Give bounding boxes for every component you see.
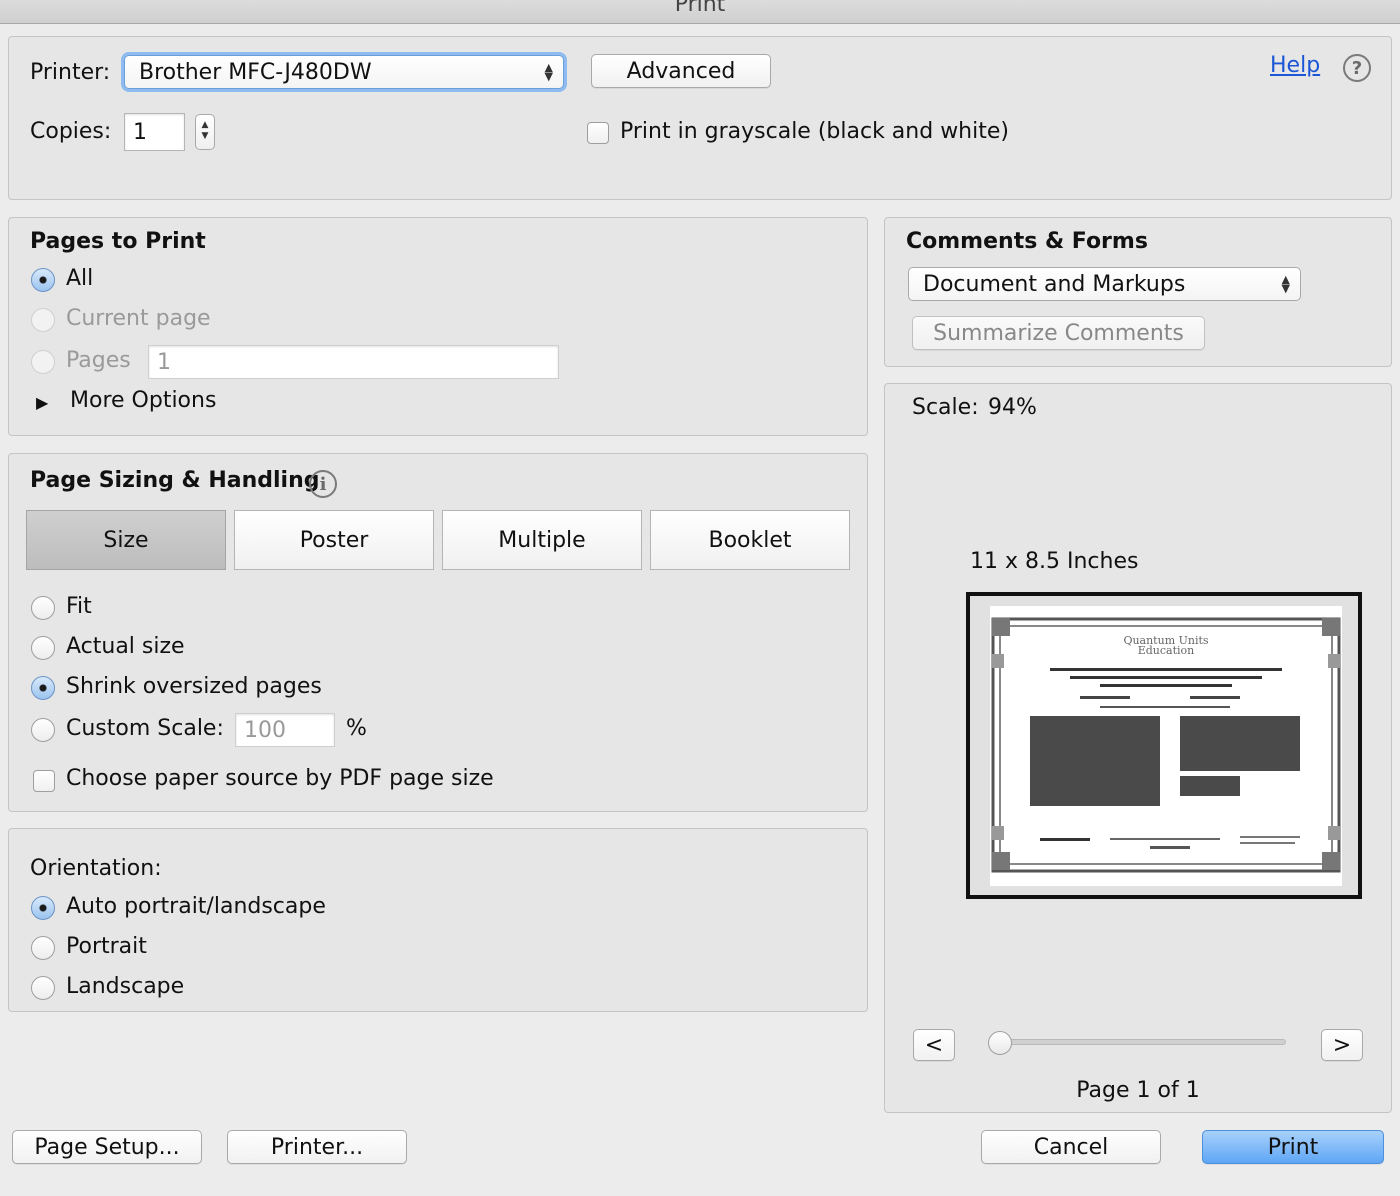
printer-label: Printer: bbox=[30, 60, 111, 85]
grayscale-label: Print in grayscale (black and white) bbox=[620, 119, 1009, 144]
radio-auto-orientation[interactable] bbox=[31, 896, 55, 920]
window-title: Print bbox=[674, 0, 726, 17]
summarize-comments-button[interactable]: Summarize Comments bbox=[912, 316, 1205, 350]
pages-range-field[interactable]: 1 bbox=[148, 345, 559, 379]
percent-label: % bbox=[346, 716, 367, 741]
radio-all[interactable] bbox=[31, 268, 55, 292]
certificate-thumbnail: Quantum Units Education bbox=[991, 617, 1341, 873]
grayscale-checkbox[interactable] bbox=[587, 122, 609, 144]
tab-multiple[interactable]: Multiple bbox=[442, 510, 642, 570]
next-page-button[interactable]: > bbox=[1321, 1029, 1363, 1061]
page-slider-track[interactable] bbox=[990, 1039, 1286, 1045]
page-indicator: Page 1 of 1 bbox=[1076, 1078, 1200, 1103]
tab-poster[interactable]: Poster bbox=[234, 510, 434, 570]
preview-page: Quantum Units Education bbox=[990, 606, 1342, 886]
paper-source-checkbox[interactable] bbox=[33, 770, 55, 792]
comments-forms-select-value: Document and Markups bbox=[923, 271, 1186, 297]
print-button[interactable]: Print bbox=[1202, 1130, 1384, 1164]
updown-arrows-icon: ▲ ▼ bbox=[1281, 273, 1290, 295]
orientation-heading: Orientation: bbox=[30, 856, 162, 881]
advanced-button[interactable]: Advanced bbox=[591, 54, 771, 88]
page-sizing-heading: Page Sizing & Handling bbox=[30, 468, 320, 493]
previous-page-button[interactable]: < bbox=[913, 1029, 955, 1061]
comments-forms-heading: Comments & Forms bbox=[906, 229, 1148, 254]
tab-booklet[interactable]: Booklet bbox=[650, 510, 850, 570]
radio-current-page[interactable] bbox=[31, 308, 55, 332]
copies-stepper[interactable]: ▲ ▼ bbox=[195, 114, 215, 150]
paper-source-label: Choose paper source by PDF page size bbox=[66, 766, 494, 791]
radio-auto-orientation-label: Auto portrait/landscape bbox=[66, 894, 326, 919]
page-setup-button[interactable]: Page Setup... bbox=[12, 1130, 202, 1164]
paper-size-label: 11 x 8.5 Inches bbox=[970, 549, 1139, 574]
disclosure-triangle-icon[interactable]: ▶ bbox=[36, 393, 48, 412]
radio-custom-scale-label: Custom Scale: bbox=[66, 716, 224, 741]
radio-landscape[interactable] bbox=[31, 976, 55, 1000]
updown-arrows-icon: ▲ ▼ bbox=[544, 61, 553, 83]
radio-custom-scale[interactable] bbox=[31, 718, 55, 742]
page-sizing-panel bbox=[8, 453, 868, 812]
scale-label: Scale: bbox=[912, 395, 979, 420]
help-link[interactable]: Help bbox=[1270, 53, 1320, 78]
more-options-label[interactable]: More Options bbox=[70, 388, 216, 413]
pages-to-print-heading: Pages to Print bbox=[30, 229, 206, 254]
info-icon[interactable]: i bbox=[309, 470, 337, 498]
radio-pages[interactable] bbox=[31, 350, 55, 374]
thumb-title-2: Education bbox=[1138, 644, 1195, 657]
page-slider-knob[interactable] bbox=[988, 1031, 1012, 1055]
pages-range-value: 1 bbox=[157, 349, 171, 375]
printer-select[interactable]: Brother MFC-J480DW ▲ ▼ bbox=[124, 55, 564, 89]
copies-field[interactable]: 1 bbox=[124, 113, 185, 151]
tab-size[interactable]: Size bbox=[26, 510, 226, 570]
custom-scale-field[interactable]: 100 bbox=[235, 713, 335, 747]
radio-portrait[interactable] bbox=[31, 936, 55, 960]
radio-fit[interactable] bbox=[31, 596, 55, 620]
copies-label: Copies: bbox=[30, 119, 112, 144]
radio-shrink-oversized-label: Shrink oversized pages bbox=[66, 674, 322, 699]
radio-fit-label: Fit bbox=[66, 594, 92, 619]
comments-forms-select[interactable]: Document and Markups ▲ ▼ bbox=[908, 267, 1301, 301]
title-bar: Print bbox=[0, 0, 1400, 24]
printer-select-value: Brother MFC-J480DW bbox=[139, 59, 372, 85]
radio-portrait-label: Portrait bbox=[66, 934, 147, 959]
copies-value: 1 bbox=[133, 119, 147, 145]
printer-dialog-button[interactable]: Printer... bbox=[227, 1130, 407, 1164]
radio-current-page-label: Current page bbox=[66, 306, 211, 331]
cancel-button[interactable]: Cancel bbox=[981, 1130, 1161, 1164]
custom-scale-value: 100 bbox=[244, 717, 286, 743]
radio-actual-size-label: Actual size bbox=[66, 634, 185, 659]
scale-value: 94% bbox=[988, 395, 1037, 420]
radio-landscape-label: Landscape bbox=[66, 974, 185, 999]
radio-pages-label: Pages bbox=[66, 348, 131, 373]
radio-actual-size[interactable] bbox=[31, 636, 55, 660]
radio-all-label: All bbox=[66, 266, 94, 291]
help-question-icon[interactable]: ? bbox=[1343, 54, 1371, 82]
radio-shrink-oversized[interactable] bbox=[31, 676, 55, 700]
page-preview: Quantum Units Education bbox=[966, 592, 1362, 899]
